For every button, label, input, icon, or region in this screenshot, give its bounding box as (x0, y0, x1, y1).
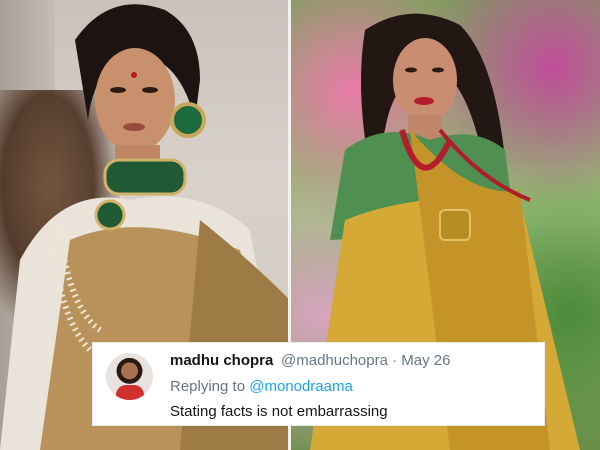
tweet-card[interactable]: madhu chopra @madhuchopra · May 26 Reply… (92, 342, 545, 426)
tweet-replying-to: Replying to @monodraama (170, 378, 353, 395)
tweet-handle-date[interactable]: @madhuchopra · May 26 (281, 352, 450, 369)
avatar[interactable] (106, 353, 153, 400)
replying-prefix: Replying to (170, 378, 250, 395)
tweet-author-name[interactable]: madhu chopra (170, 352, 273, 369)
replying-mention-link[interactable]: @monodraama (249, 378, 353, 395)
avatar-shirt (116, 385, 144, 400)
tweet-text: Stating facts is not embarrassing (170, 403, 388, 420)
collage: madhu chopra @madhuchopra · May 26 Reply… (0, 0, 600, 450)
